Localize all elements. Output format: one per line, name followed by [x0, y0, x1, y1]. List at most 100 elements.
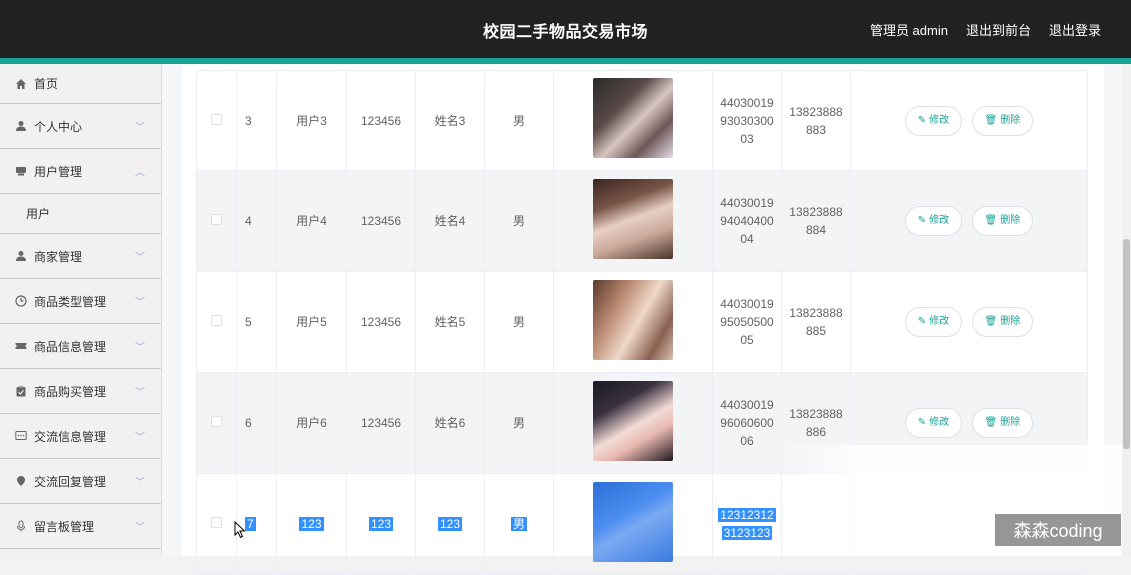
edit-label: 修改 — [929, 414, 949, 432]
sidebar-subitem-user[interactable]: 用户 — [0, 194, 161, 234]
chevron-down-icon: ﹀ — [135, 474, 145, 489]
edit-icon: ✎ — [918, 212, 926, 230]
sidebar-item-user-management[interactable]: 用户管理 ︿ — [0, 149, 161, 194]
actions-cell: ✎修改 🗑删除 — [851, 71, 1088, 171]
phone-cell: 13823888883 — [782, 71, 851, 171]
delete-label: 删除 — [1000, 212, 1020, 230]
chevron-down-icon: ﹀ — [135, 294, 145, 309]
edit-icon: ✎ — [918, 414, 926, 432]
phone-line: 885 — [806, 324, 826, 338]
trash-icon: 🗑 — [985, 212, 998, 230]
top-links: 管理员 admin 退出到前台 退出登录 — [870, 20, 1101, 39]
account-value: 123 — [299, 517, 323, 531]
mic-icon — [14, 519, 28, 533]
id-number-cell: 440300199404040004 — [713, 171, 782, 272]
sidebar-item-message-board-management[interactable]: 留言板管理 ﹀ — [0, 504, 161, 549]
account-cell: 用户6 — [277, 373, 347, 474]
delete-button[interactable]: 🗑删除 — [972, 408, 1034, 438]
name-cell: 姓名3 — [416, 71, 485, 171]
sidebar: 首页 个人中心 ﹀ 用户管理 ︿ 用户 商家管理 ﹀ 商品类型管理 ﹀ 商品信息… — [0, 64, 162, 556]
row-checkbox-cell[interactable] — [197, 272, 237, 373]
user-icon — [14, 119, 28, 133]
gender-cell: 男 — [485, 71, 554, 171]
password-cell: 123456 — [347, 171, 416, 272]
avatar — [593, 280, 673, 360]
row-checkbox[interactable] — [211, 214, 222, 225]
id-number-line: 44030019 — [720, 398, 773, 412]
gender-cell: 男 — [485, 171, 554, 272]
avatar — [593, 482, 673, 562]
id-number-line: 93030300 — [720, 114, 773, 128]
row-checkbox-cell[interactable] — [197, 71, 237, 171]
sidebar-item-goods-info-management[interactable]: 商品信息管理 ﹀ — [0, 324, 161, 369]
sidebar-item-label: 用户管理 — [34, 163, 82, 180]
ticket-icon — [14, 339, 28, 353]
gender-cell: 男 — [485, 272, 554, 373]
delete-label: 删除 — [1000, 112, 1020, 130]
sidebar-item-personal-center[interactable]: 个人中心 ﹀ — [0, 104, 161, 149]
sidebar-item-home[interactable]: 首页 — [0, 64, 161, 104]
row-checkbox[interactable] — [211, 517, 222, 528]
sidebar-item-exchange-reply-management[interactable]: 交流回复管理 ﹀ — [0, 459, 161, 504]
clipboard-icon — [14, 384, 28, 398]
account-cell: 用户3 — [277, 71, 347, 171]
row-index: 6 — [237, 373, 277, 474]
row-checkbox-cell[interactable] — [197, 474, 237, 575]
scrollbar-thumb[interactable] — [1123, 239, 1130, 449]
edit-button[interactable]: ✎修改 — [905, 307, 962, 337]
sidebar-item-label: 个人中心 — [34, 118, 82, 135]
sidebar-item-goods-purchase-management[interactable]: 商品购买管理 ﹀ — [0, 369, 161, 414]
row-checkbox-cell[interactable] — [197, 171, 237, 272]
row-checkbox-cell[interactable] — [197, 373, 237, 474]
avatar-cell — [554, 272, 713, 373]
edit-button[interactable]: ✎修改 — [905, 106, 962, 136]
top-bar: 校园二手物品交易市场 管理员 admin 退出到前台 退出登录 — [0, 0, 1131, 58]
delete-button[interactable]: 🗑删除 — [972, 206, 1034, 236]
id-number-line: 44030019 — [720, 96, 773, 110]
id-number-line: 12312312 — [718, 508, 775, 522]
edit-button[interactable]: ✎修改 — [905, 408, 962, 438]
gender-cell: 男 — [485, 474, 554, 575]
avatar-cell — [554, 71, 713, 171]
page-scrollbar[interactable] — [1122, 64, 1131, 556]
exit-to-front-link[interactable]: 退出到前台 — [966, 20, 1031, 39]
chevron-down-icon: ﹀ — [135, 384, 145, 399]
row-checkbox[interactable] — [211, 416, 222, 427]
id-number-line: 03 — [740, 132, 753, 146]
row-checkbox[interactable] — [211, 315, 222, 326]
name-cell: 123 — [416, 474, 485, 575]
delete-button[interactable]: 🗑删除 — [972, 106, 1034, 136]
phone-line: 886 — [806, 425, 826, 439]
phone-line: 883 — [806, 123, 826, 137]
name-value: 123 — [438, 517, 462, 531]
delete-button[interactable]: 🗑删除 — [972, 307, 1034, 337]
sidebar-item-exchange-info-management[interactable]: 交流信息管理 ﹀ — [0, 414, 161, 459]
actions-cell: ✎修改 🗑删除 — [851, 171, 1088, 272]
phone-cell: 13823888884 — [782, 171, 851, 272]
id-number-line: 96060600 — [720, 416, 773, 430]
row-index: 7 — [245, 517, 256, 531]
clock-icon — [14, 294, 28, 308]
row-index: 4 — [237, 171, 277, 272]
account-cell: 用户4 — [277, 171, 347, 272]
name-cell: 姓名5 — [416, 272, 485, 373]
table-row: 5 用户5 123456 姓名5 男 440300199505050005 13… — [197, 272, 1088, 373]
chat-icon — [14, 429, 28, 443]
id-number-line: 44030019 — [720, 196, 773, 210]
password-cell: 123 — [347, 474, 416, 575]
phone-cell: 13823888885 — [782, 272, 851, 373]
trash-icon: 🗑 — [985, 112, 998, 130]
sidebar-item-merchant-management[interactable]: 商家管理 ﹀ — [0, 234, 161, 279]
sidebar-item-goods-type-management[interactable]: 商品类型管理 ﹀ — [0, 279, 161, 324]
watermark: 森森coding — [995, 514, 1121, 546]
name-cell: 姓名6 — [416, 373, 485, 474]
sidebar-item-label: 商品信息管理 — [34, 338, 106, 355]
chevron-down-icon: ﹀ — [135, 429, 145, 444]
logout-link[interactable]: 退出登录 — [1049, 20, 1101, 39]
edit-button[interactable]: ✎修改 — [905, 206, 962, 236]
row-checkbox[interactable] — [211, 114, 222, 125]
edit-label: 修改 — [929, 112, 949, 130]
row-index: 3 — [237, 71, 277, 171]
pin-icon — [14, 474, 28, 488]
account-cell: 用户5 — [277, 272, 347, 373]
